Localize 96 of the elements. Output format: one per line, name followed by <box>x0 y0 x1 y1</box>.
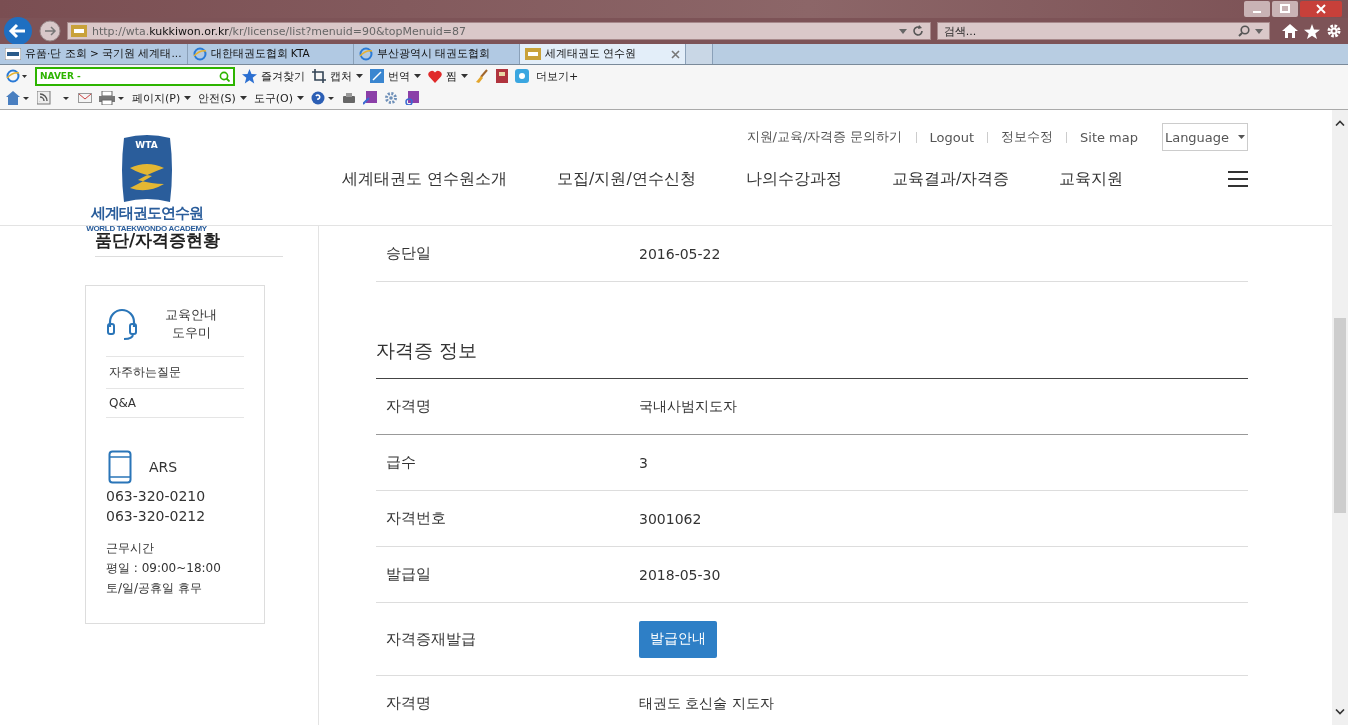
translate-icon <box>370 69 384 83</box>
browser-tab[interactable]: 부산광역시 태권도협회 <box>353 44 520 64</box>
menu-icon[interactable] <box>1228 171 1248 187</box>
scrollbar[interactable] <box>1332 110 1348 725</box>
browser-tab[interactable]: 대한태권도협회 KTA <box>187 44 354 64</box>
hours-text: 근무시간 <box>106 540 155 557</box>
home-icon[interactable] <box>6 91 30 105</box>
star-icon <box>242 68 257 84</box>
field-label: 발급일 <box>385 565 432 584</box>
nav-item[interactable]: 모집/지원/연수신청 <box>557 168 696 190</box>
help-link[interactable]: Q&A <box>106 389 244 418</box>
caret-icon <box>356 74 363 78</box>
refresh-icon <box>911 25 924 37</box>
print-icon[interactable] <box>99 91 125 105</box>
search-icon <box>219 70 230 82</box>
toolbar-button[interactable]: 번역 <box>370 68 421 84</box>
dropdown-icon <box>1255 28 1263 34</box>
caret-icon <box>461 74 468 78</box>
caret-icon <box>184 96 192 100</box>
caret-icon <box>297 96 305 100</box>
browser-tab[interactable]: 유품·단 조회 > 국기원 세계태... <box>0 44 188 64</box>
globe-icon <box>192 47 207 61</box>
toolbar-button[interactable]: 캡처 <box>312 68 363 84</box>
field-label: 승단일 <box>385 244 432 263</box>
book-icon[interactable] <box>496 69 508 83</box>
back-icon[interactable] <box>3 16 33 46</box>
field-label: 자격명 <box>385 694 432 713</box>
site-icon <box>524 48 541 60</box>
field-value: 3001062 <box>639 510 702 527</box>
toolbar-button[interactable]: 찜 <box>428 68 468 84</box>
heart-icon <box>428 69 442 83</box>
caret-icon <box>414 74 421 78</box>
broom-icon[interactable] <box>475 69 489 83</box>
flag-icon <box>5 48 21 60</box>
header-link[interactable]: Site map <box>1080 129 1138 145</box>
help-title: 교육안내 도우미 <box>164 306 218 342</box>
field-label: 급수 <box>385 453 417 472</box>
nav-item[interactable]: 나의수강과정 <box>745 168 842 190</box>
nav-item[interactable]: 교육지원 <box>1059 168 1124 190</box>
field-label: 자격증재발급 <box>385 629 477 649</box>
language-select[interactable]: Language <box>1162 123 1248 151</box>
menu-button[interactable]: 페이지(P) <box>132 90 192 106</box>
search-field[interactable]: 검색... <box>936 22 1270 40</box>
close-icon[interactable] <box>1300 1 1342 17</box>
header-link[interactable]: 지원/교육/자격증 문의하기 <box>746 128 903 146</box>
field-value: 2016-05-22 <box>639 245 721 262</box>
phone-number: 063-320-0212 <box>106 508 207 524</box>
feed-icon[interactable] <box>37 91 71 105</box>
settings-icon[interactable] <box>1326 23 1342 39</box>
header-link[interactable]: Logout <box>929 129 974 145</box>
favorites-icon[interactable] <box>1304 23 1320 39</box>
crop-icon <box>312 69 326 83</box>
caret-icon <box>1238 135 1246 139</box>
help-link[interactable]: 자주하는질문 <box>106 357 244 389</box>
field-value: 국내사범지도자 <box>639 397 737 414</box>
browser-tab[interactable]: 세계태권도 연수원 <box>519 44 686 64</box>
section-title: 자격증 정보 <box>376 338 1248 379</box>
tool-icon[interactable] <box>342 91 357 105</box>
address-field[interactable]: http://wta.kukkiwon.or.kr/kr/license/list?menuid=90&topMenuid=87 <box>67 22 931 40</box>
field-value: 3 <box>639 454 648 471</box>
field-label: 자격명 <box>385 397 432 416</box>
toolbar-button[interactable]: 즐겨찾기 <box>242 68 305 84</box>
emblem-label: WTA <box>135 140 158 150</box>
scroll-down-icon[interactable] <box>1335 709 1345 715</box>
site-icon <box>71 25 87 37</box>
menu-button[interactable]: 안전(S) <box>198 90 247 106</box>
header-link[interactable]: 정보수정 <box>1001 128 1053 146</box>
phone-number: 063-320-0210 <box>106 488 207 504</box>
scroll-thumb[interactable] <box>1334 318 1346 513</box>
toolbar-button[interactable]: 더보기+ <box>536 68 579 84</box>
nav-item[interactable]: 교육결과/자격증 <box>891 168 1010 190</box>
mail-icon[interactable] <box>78 93 92 103</box>
gear-icon[interactable] <box>384 91 399 105</box>
scroll-up-icon[interactable] <box>1335 120 1345 126</box>
field-label: 자격번호 <box>385 509 447 528</box>
search-icon <box>1238 25 1250 37</box>
field-value: 태권도 호신술 지도자 <box>639 694 774 711</box>
ars-label: ARS <box>149 459 178 475</box>
help-icon[interactable] <box>311 91 336 105</box>
logo-name: 세계태권도연수원 <box>90 204 203 223</box>
issue-guide-button[interactable]: 발급안내 <box>639 620 717 658</box>
menu-button[interactable]: 도구(O) <box>253 90 305 106</box>
hours-text: 토/일/공휴일 휴무 <box>106 580 203 597</box>
dropdown-icon <box>898 28 907 34</box>
caret-icon <box>239 96 247 100</box>
nav-item[interactable]: 세계태권도 연수원소개 <box>342 168 508 190</box>
close-icon[interactable] <box>670 49 680 59</box>
hours-text: 평일 : 09:00~18:00 <box>106 560 222 577</box>
headset-icon <box>106 307 138 341</box>
forward-icon[interactable] <box>39 20 61 42</box>
home-icon[interactable] <box>1282 24 1298 38</box>
logo-subtitle: WORLD TAEKWONDO ACADEMY <box>86 224 207 233</box>
globe-icon[interactable] <box>6 69 28 83</box>
phone-icon <box>108 450 132 484</box>
globe-icon <box>358 47 373 61</box>
field-value: 2018-05-30 <box>639 566 721 583</box>
